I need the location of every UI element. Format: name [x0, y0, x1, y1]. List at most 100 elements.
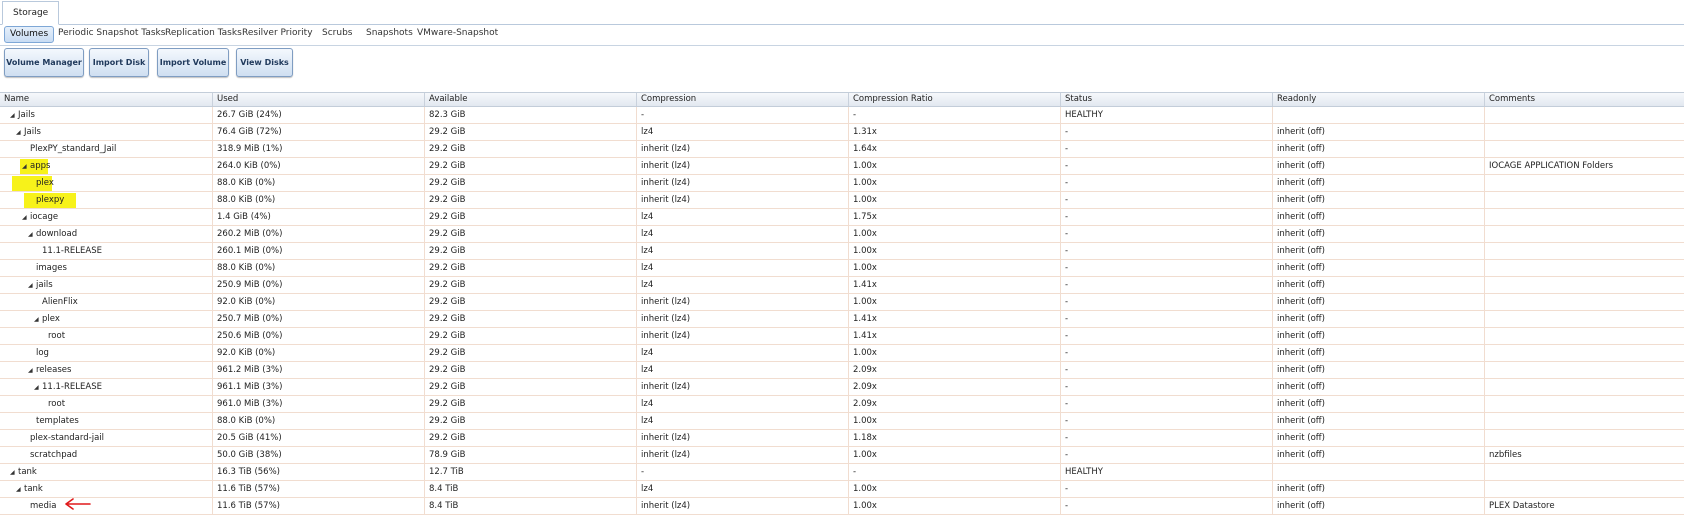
name-cell[interactable]: ◢ tank — [0, 481, 212, 497]
triangle-down-icon[interactable]: ◢ — [16, 125, 24, 140]
subtab-snapshots[interactable]: Snapshots — [366, 26, 413, 41]
table-row[interactable]: ◢ plex 250.7 MiB (0%) 29.2 GiB inherit (lz4)… — [0, 311, 1684, 328]
table-row[interactable]: ◢ Jails 76.4 GiB (72%) 29.2 GiB lz4 1.31x - inh… — [0, 124, 1684, 141]
column-header-status[interactable]: Status — [1060, 93, 1272, 106]
name-cell[interactable]: ◢ Jails — [0, 107, 212, 123]
name-cell[interactable]: AlienFlix — [0, 294, 212, 310]
status-cell: - — [1060, 209, 1272, 225]
table-row[interactable]: ◢ releases 961.2 MiB (3%) 29.2 GiB lz4 2.09x -… — [0, 362, 1684, 379]
name-cell[interactable]: ◢ Jails — [0, 124, 212, 140]
name-cell[interactable]: ◢ download — [0, 226, 212, 242]
name-cell[interactable]: ◢ apps — [0, 158, 212, 174]
name-cell[interactable]: log — [0, 345, 212, 361]
table-row[interactable]: ◢ 11.1-RELEASE 961.1 MiB (3%) 29.2 GiB inher… — [0, 379, 1684, 396]
compression-ratio-cell: - — [848, 107, 1060, 123]
name-cell[interactable]: ◢ plex — [0, 311, 212, 327]
name-cell[interactable]: root — [0, 328, 212, 344]
compression-ratio-cell: 1.00x — [848, 192, 1060, 208]
name-cell[interactable]: images — [0, 260, 212, 276]
name-cell[interactable]: ◢ iocage — [0, 209, 212, 225]
table-row[interactable]: ◢ tank 16.3 TiB (56%) 12.7 TiB - - HEALTHY — [0, 464, 1684, 481]
table-row[interactable]: ◢ iocage 1.4 GiB (4%) 29.2 GiB lz4 1.75x - inhe… — [0, 209, 1684, 226]
name-cell[interactable]: 11.1-RELEASE — [0, 243, 212, 259]
table-row[interactable]: ◢ apps 264.0 KiB (0%) 29.2 GiB inherit (lz4)… — [0, 158, 1684, 175]
triangle-down-icon[interactable]: ◢ — [22, 159, 30, 174]
volume-manager-button[interactable]: Volume Manager — [4, 48, 84, 77]
readonly-cell: inherit (off) — [1272, 243, 1484, 259]
table-row[interactable]: PlexPY_standard_Jail 318.9 MiB (1%) 29.2 G… — [0, 141, 1684, 158]
comments-cell — [1484, 311, 1684, 327]
name-cell[interactable]: scratchpad — [0, 447, 212, 463]
status-cell: - — [1060, 328, 1272, 344]
table-row[interactable]: scratchpad 50.0 GiB (38%) 78.9 GiB inherit … — [0, 447, 1684, 464]
view-disks-button[interactable]: View Disks — [236, 48, 293, 77]
readonly-cell: inherit (off) — [1272, 413, 1484, 429]
dataset-name: plex — [42, 314, 60, 324]
table-row[interactable]: AlienFlix 92.0 KiB (0%) 29.2 GiB inherit (l… — [0, 294, 1684, 311]
tab-storage[interactable]: Storage — [2, 1, 60, 25]
name-cell[interactable]: plex — [0, 175, 212, 191]
triangle-down-icon[interactable]: ◢ — [28, 227, 36, 242]
red-arrow-icon — [65, 498, 91, 510]
subtab-resilver-priority[interactable]: Resilver Priority — [242, 26, 313, 41]
name-cell[interactable]: ◢ jails — [0, 277, 212, 293]
triangle-down-icon[interactable]: ◢ — [10, 108, 18, 123]
triangle-down-icon[interactable]: ◢ — [10, 465, 18, 480]
used-cell: 260.2 MiB (0%) — [212, 226, 424, 242]
table-row[interactable]: templates 88.0 KiB (0%) 29.2 GiB lz4 1.00x - i… — [0, 413, 1684, 430]
readonly-cell — [1272, 464, 1484, 480]
column-header-used[interactable]: Used — [212, 93, 424, 106]
subtab-scrubs[interactable]: Scrubs — [322, 26, 352, 41]
name-cell[interactable]: templates — [0, 413, 212, 429]
table-row[interactable]: plex-standard-jail 20.5 GiB (41%) 29.2 GiB… — [0, 430, 1684, 447]
subtab-volumes[interactable]: Volumes — [4, 26, 55, 43]
comments-cell — [1484, 277, 1684, 293]
triangle-down-icon[interactable]: ◢ — [16, 482, 24, 497]
table-row[interactable]: images 88.0 KiB (0%) 29.2 GiB lz4 1.00x - inhe… — [0, 260, 1684, 277]
column-header-compression[interactable]: Compression — [636, 93, 848, 106]
name-cell[interactable]: plexpy — [0, 192, 212, 208]
table-row[interactable]: root 961.0 MiB (3%) 29.2 GiB lz4 2.09x - inher… — [0, 396, 1684, 413]
table-row[interactable]: ◢ tank 11.6 TiB (57%) 8.4 TiB lz4 1.00x - inher… — [0, 481, 1684, 498]
name-cell[interactable]: ◢ 11.1-RELEASE — [0, 379, 212, 395]
table-row[interactable]: ◢ jails 250.9 MiB (0%) 29.2 GiB lz4 1.41x - inh… — [0, 277, 1684, 294]
name-cell[interactable]: plex-standard-jail — [0, 430, 212, 446]
column-header-compression-ratio[interactable]: Compression Ratio — [848, 93, 1060, 106]
import-disk-button[interactable]: Import Disk — [89, 48, 149, 77]
compression-ratio-cell: 1.64x — [848, 141, 1060, 157]
name-cell[interactable]: ◢ releases — [0, 362, 212, 378]
triangle-down-icon[interactable]: ◢ — [34, 312, 42, 327]
triangle-down-icon[interactable]: ◢ — [28, 278, 36, 293]
subtab-periodic-snapshot-tasks[interactable]: Periodic Snapshot Tasks — [58, 26, 165, 41]
table-row[interactable]: root 250.6 MiB (0%) 29.2 GiB inherit (lz4) 1… — [0, 328, 1684, 345]
table-row[interactable]: ◢ download 260.2 MiB (0%) 29.2 GiB lz4 1.00x -… — [0, 226, 1684, 243]
compression-cell: inherit (lz4) — [636, 141, 848, 157]
table-row[interactable]: media 11.6 TiB (57%) 8.4 TiB inherit (lz4) 1… — [0, 498, 1684, 515]
triangle-down-icon[interactable]: ◢ — [22, 210, 30, 225]
compression-ratio-cell: 1.00x — [848, 447, 1060, 463]
column-header-comments[interactable]: Comments — [1484, 93, 1684, 106]
subtab-vmware-snapshot[interactable]: VMware-Snapshot — [417, 26, 498, 41]
name-cell[interactable]: ◢ tank — [0, 464, 212, 480]
table-row[interactable]: plexpy 88.0 KiB (0%) 29.2 GiB inherit (lz4)… — [0, 192, 1684, 209]
name-cell[interactable]: PlexPY_standard_Jail — [0, 141, 212, 157]
readonly-cell: inherit (off) — [1272, 447, 1484, 463]
compression-ratio-cell: 1.00x — [848, 243, 1060, 259]
table-row[interactable]: ◢ Jails 26.7 GiB (24%) 82.3 GiB - - HEALTHY — [0, 107, 1684, 124]
table-row[interactable]: log 92.0 KiB (0%) 29.2 GiB lz4 1.00x - inherit… — [0, 345, 1684, 362]
column-header-available[interactable]: Available — [424, 93, 636, 106]
subtab-replication-tasks[interactable]: Replication Tasks — [165, 26, 242, 41]
used-cell: 961.1 MiB (3%) — [212, 379, 424, 395]
triangle-down-icon[interactable]: ◢ — [28, 363, 36, 378]
table-row[interactable]: 11.1-RELEASE 260.1 MiB (0%) 29.2 GiB lz4 1.0… — [0, 243, 1684, 260]
table-row[interactable]: plex 88.0 KiB (0%) 29.2 GiB inherit (lz4) 1.… — [0, 175, 1684, 192]
used-cell: 16.3 TiB (56%) — [212, 464, 424, 480]
name-cell[interactable]: root — [0, 396, 212, 412]
comments-cell — [1484, 430, 1684, 446]
grid-header: Name Used Available Compression Compress… — [0, 92, 1684, 107]
used-cell: 20.5 GiB (41%) — [212, 430, 424, 446]
triangle-down-icon[interactable]: ◢ — [34, 380, 42, 395]
import-volume-button[interactable]: Import Volume — [157, 48, 229, 77]
column-header-readonly[interactable]: Readonly — [1272, 93, 1484, 106]
column-header-name[interactable]: Name — [0, 93, 212, 106]
